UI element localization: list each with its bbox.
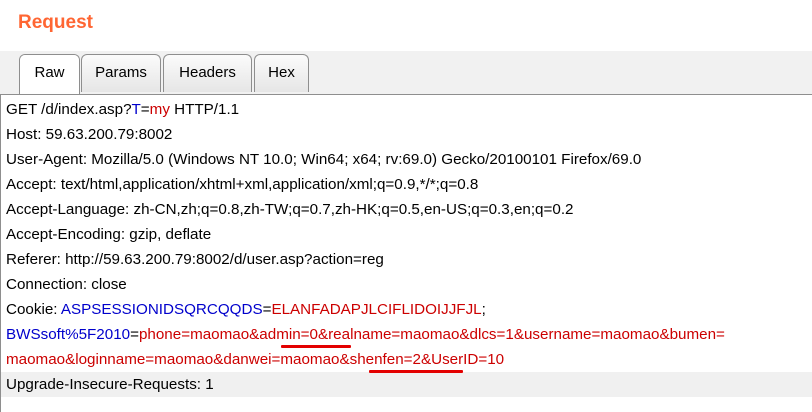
request-editor[interactable]: GET /d/index.asp?T=my HTTP/1.1 Host: 59.… (0, 95, 812, 412)
request-method-path: GET /d/index.asp? (6, 101, 132, 118)
header-user-agent: User-Agent: Mozilla/5.0 (Windows NT 10.0… (6, 151, 642, 168)
cookie-separator: ; (481, 301, 486, 318)
cookie-bwssoft-name: BWSsoft%5F2010 (6, 326, 131, 343)
tab-hex[interactable]: Hex (254, 54, 309, 92)
query-param-equals: = (140, 101, 150, 118)
cookie-value-realname: &realname=maomao&dlcs=1&username=maomao&… (317, 326, 725, 343)
header-referer: Referer: http://59.63.200.79:8002/d/user… (6, 251, 384, 268)
header-cookie-line1: Cookie: ASPSESSIONIDSQRCQQDS=ELANFADAPJL… (6, 297, 486, 322)
header-host: Host: 59.63.200.79:8002 (6, 126, 173, 143)
cookie-bwssoft-equals: = (130, 326, 139, 343)
admin-underline (281, 345, 351, 348)
cookie-value-phone: phone=maomao& (138, 326, 260, 343)
tab-headers[interactable]: Headers (163, 54, 252, 92)
tab-params[interactable]: Params (81, 54, 161, 92)
header-accept: Accept: text/html,application/xhtml+xml,… (6, 176, 479, 193)
cookie-value-admin: admin=0 (259, 326, 318, 343)
panel-title: Request (18, 12, 93, 33)
header-cookie-line3: maomao&loginname=maomao&danwei=maomao&sh… (6, 347, 504, 372)
cookie-value-userid: &UserID=10 (420, 351, 505, 368)
cookie-session-name: ASPSESSIONIDSQRCQQDS (60, 301, 263, 318)
cookie-value-shenfen: shenfen=2 (349, 351, 421, 368)
shenfen-underline (369, 370, 463, 373)
cookie-label: Cookie: (6, 301, 61, 318)
header-cookie-line2: BWSsoft%5F2010=phone=maomao&admin=0&real… (6, 322, 725, 347)
tab-raw[interactable]: Raw (19, 54, 80, 94)
header-upgrade-insecure: Upgrade-Insecure-Requests: 1 (1, 372, 812, 397)
header-connection: Connection: close (6, 276, 127, 293)
header-accept-language: Accept-Language: zh-CN,zh;q=0.8,zh-TW;q=… (6, 201, 574, 218)
cookie-session-value: ELANFADAPJLCIFLIDOIJJFJL (271, 301, 482, 318)
request-line: GET /d/index.asp?T=my HTTP/1.1 (6, 97, 239, 122)
header-accept-encoding: Accept-Encoding: gzip, deflate (6, 226, 212, 243)
cookie-value-loginname: maomao&loginname=maomao&danwei=maomao& (6, 351, 350, 368)
query-param-name: T (131, 101, 141, 118)
request-protocol: HTTP/1.1 (169, 101, 240, 118)
query-param-value: my (149, 101, 170, 118)
tab-bar: Raw Params Headers Hex (0, 51, 812, 95)
